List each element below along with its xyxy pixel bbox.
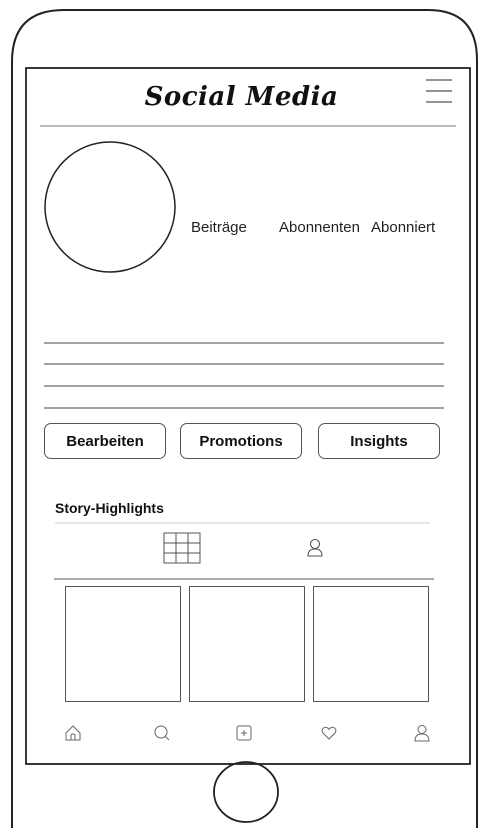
menu-button[interactable] — [424, 78, 454, 106]
nav-add-post[interactable] — [231, 720, 257, 746]
phone-body-outline — [11, 9, 478, 828]
phone-frame — [11, 9, 478, 828]
nav-profile[interactable] — [409, 720, 435, 746]
post-thumbnail[interactable] — [189, 586, 305, 702]
nav-search[interactable] — [149, 720, 175, 746]
hamburger-menu-icon — [426, 79, 452, 103]
avatar — [44, 141, 176, 273]
home-icon — [65, 725, 81, 741]
post-thumbnail[interactable] — [65, 586, 181, 702]
posts-count-label[interactable]: Beiträge — [191, 219, 247, 236]
tab-posts-grid[interactable] — [160, 531, 204, 565]
edit-profile-button[interactable]: Bearbeiten — [44, 423, 166, 459]
insights-button-label: Insights — [350, 432, 408, 450]
edit-profile-button-label: Bearbeiten — [66, 432, 144, 450]
post-thumbnail[interactable] — [313, 586, 429, 702]
page-title: Social Media — [144, 82, 339, 112]
promotions-button-label: Promotions — [199, 432, 283, 450]
add-post-icon — [236, 725, 252, 741]
followers-count-label[interactable]: Abonnenten — [279, 219, 360, 236]
nav-activity[interactable] — [316, 720, 342, 746]
promotions-button[interactable]: Promotions — [180, 423, 302, 459]
grid-icon — [163, 532, 201, 564]
story-highlights-title: Story-Highlights — [55, 500, 164, 516]
tab-tagged[interactable] — [300, 531, 330, 565]
insights-button[interactable]: Insights — [318, 423, 440, 459]
profile-icon — [414, 725, 430, 742]
home-hardware-button — [213, 761, 279, 823]
heart-icon — [321, 726, 337, 740]
nav-home[interactable] — [60, 720, 86, 746]
search-icon — [154, 725, 170, 741]
tagged-user-icon — [307, 538, 323, 557]
following-count-label[interactable]: Abonniert — [371, 219, 435, 236]
